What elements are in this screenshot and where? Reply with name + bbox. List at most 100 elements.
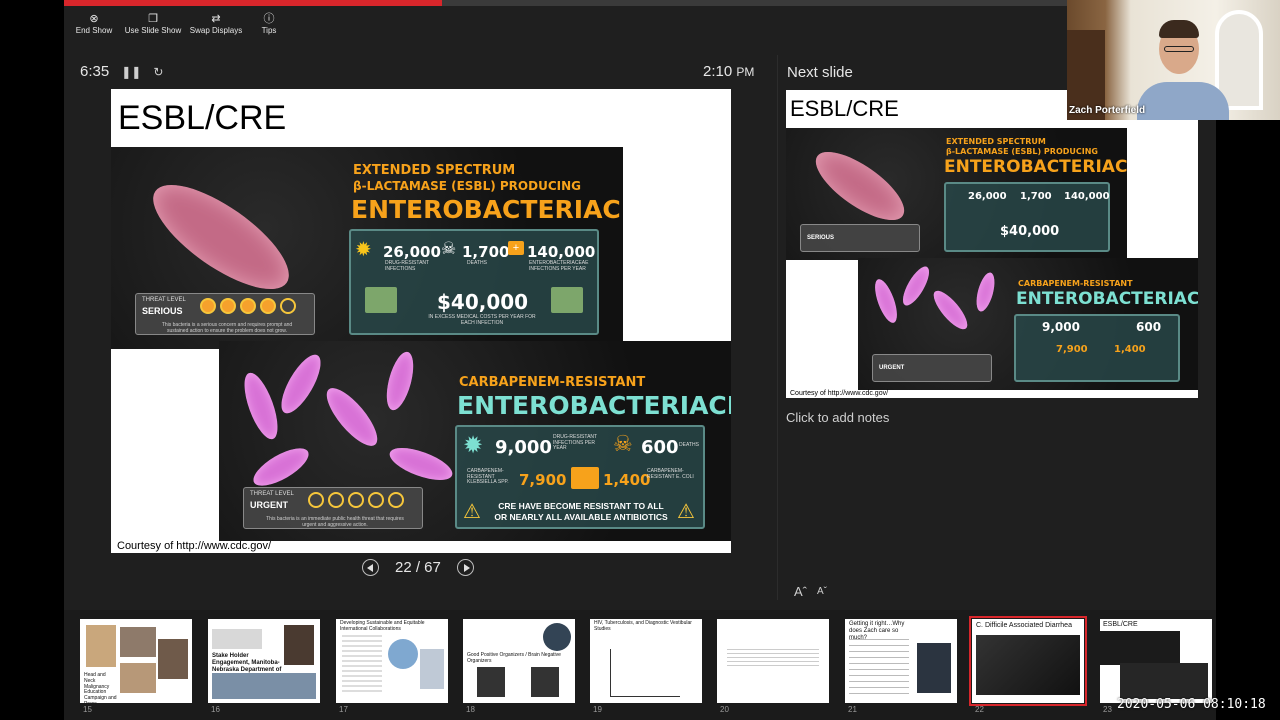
esbl-cost: $40,000 [437,290,529,314]
thumb-number: 18 [466,705,475,714]
cre-stat-infections: 9,000 [495,437,552,458]
pane-divider[interactable] [777,55,778,600]
photo [120,627,156,657]
cre-stat-klebsiella: 7,900 [519,471,567,489]
photo [284,625,314,665]
esbl-stat-infections: 26,000 [383,243,441,261]
participant-glasses [1164,46,1194,52]
esbl-infographic: EXTENDED SPECTRUM β-LACTAMASE (ESBL) PRO… [111,147,623,349]
next-esbl-cost: $40,000 [1000,224,1060,239]
cre-heading-small: CARBAPENEM-RESISTANT [459,375,646,390]
threat-description: This bacteria is a serious concern and r… [161,322,293,334]
use-slide-show-button[interactable]: ❐ Use Slide Show [124,12,182,42]
esbl-cost-label: IN EXCESS MEDICAL COSTS PER YEAR FOR EAC… [428,314,536,326]
next-esbl-stat-deaths: 1,700 [1020,191,1052,202]
esbl-heading-small-2: β-LACTAMASE (ESBL) PRODUCING [353,179,581,193]
thumbnail-slide-16[interactable]: Stake Holder Engagement, Manitoba-Nebras… [208,619,320,703]
threat-level-meter [308,492,408,508]
next-slide-title: ESBL/CRE [790,96,899,121]
thumbnail-slide-15[interactable]: Head and Neck Malignancy Education Campa… [80,619,192,703]
next-cre-stat-deaths: 600 [1136,320,1162,334]
cre-stat-ecoli: 1,400 [603,471,651,489]
next-esbl-heading-small-1: EXTENDED SPECTRUM [946,137,1046,146]
threat-dot [328,492,344,508]
thumbnail-slide-17[interactable]: Developing Sustainable and Equitable Int… [336,619,448,703]
photo [158,639,188,679]
threat-level-meter [200,298,300,314]
threat-dot [260,298,276,314]
end-show-button[interactable]: ⊗ End Show [64,12,124,42]
elapsed-timer: 6:35 ❚❚ ↻ [80,63,163,80]
warning-icon-right: ⚠ [677,501,695,523]
pause-icon[interactable]: ❚❚ [121,65,141,79]
slide-progress-bar [64,0,1067,6]
swap-icon: ⇄ [211,13,221,25]
thumbnail-slide-18[interactable]: Good Positive Organizers / Brain Negativ… [463,619,575,703]
threat-dot [280,298,296,314]
tips-label: Tips [261,26,277,35]
tips-button[interactable]: ⓘ Tips [250,12,288,42]
increase-font-button[interactable]: Aˆ [794,584,807,600]
chart [531,667,559,697]
esbl-stat-total-label: ENTEROBACTERIACEAE INFECTIONS PER YEAR [529,260,589,272]
money-stack-icon [365,287,397,313]
next-slide-credit: Courtesy of http://www.cdc.gov/ [790,390,889,397]
esbl-stat-infections-label: DRUG-RESISTANT INFECTIONS [385,260,429,272]
thumbnail-slide-22[interactable]: C. Difficile Associated Diarrhea [969,616,1087,706]
next-slide-label: Next slide [787,64,853,81]
threat-level-value: SERIOUS [142,306,183,316]
thumbnail-slide-21[interactable]: Getting it right…Why does Zach care so m… [845,619,957,703]
next-threat-level-value: URGENT [879,365,905,371]
money-stack-icon-right [551,287,583,313]
photo [120,663,156,693]
next-cre-heading-big: ENTEROBACTERIACEAE [1016,289,1198,309]
slide-navigation: 22 / 67 [362,559,474,576]
reset-timer-icon[interactable]: ↻ [153,65,163,79]
end-show-label: End Show [75,26,113,35]
decrease-font-button[interactable]: Aˇ [817,584,827,600]
close-circle-icon: ⊗ [89,13,99,25]
slide-progress-fill [64,0,443,6]
esbl-heading-small-1: EXTENDED SPECTRUM [353,163,516,178]
next-esbl-threat-level: SERIOUS [800,224,920,252]
thumbnail-slide-20[interactable] [717,619,829,703]
clock-ampm: PM [736,65,755,79]
next-esbl-infographic: EXTENDED SPECTRUM β-LACTAMASE (ESBL) PRO… [786,128,1127,260]
thumb-number: 20 [720,705,729,714]
esbl-threat-level: THREAT LEVEL SERIOUS This bacteria is a … [135,293,315,335]
current-slide[interactable]: ESBL/CRE EXTENDED SPECTRUM β-LACTAMASE (… [111,89,731,553]
notes-font-controls: Aˆ Aˇ [794,584,837,600]
threat-dot [220,298,236,314]
esbl-stat-deaths-label: DEATHS [467,260,487,266]
thumbnail-slide-19[interactable]: HIV, Tuberculosis, and Diagnostic Vestib… [590,619,702,703]
thumb-text: C. Difficile Associated Diarrhea [976,622,1072,629]
next-slide-icon[interactable] [456,559,474,576]
thumbnail-slide-23[interactable]: ESBL/CRE [1100,619,1212,703]
esbl-stat-deaths: 1,700 [462,243,510,261]
cre-threat-level: THREAT LEVEL URGENT This bacteria is an … [243,487,423,529]
threat-level-label: THREAT LEVEL [250,491,294,497]
previous-slide-icon[interactable] [362,559,379,576]
thumb-text: HIV, Tuberculosis, and Diagnostic Vestib… [594,620,692,632]
current-clock: 2:10 PM [703,63,754,80]
next-slide-preview[interactable]: ESBL/CRE EXTENDED SPECTRUM β-LACTAMASE (… [786,90,1198,398]
line-chart [610,649,680,697]
threat-dot [388,492,404,508]
left-letterbox [0,0,64,720]
cre-stat-infections-label: DRUG-RESISTANT INFECTIONS PER YEAR [553,434,597,451]
cre-heading-big: ENTEROBACTERIACEAE [457,391,731,420]
next-cre-stat-infections: 9,000 [1042,320,1080,334]
next-esbl-heading-small-2: β-LACTAMASE (ESBL) PRODUCING [946,147,1098,156]
photo [212,629,262,649]
next-esbl-stat-total: 140,000 [1064,191,1110,202]
thumb-text: Developing Sustainable and Equitable Int… [340,620,425,632]
next-cre-threat-level: URGENT [872,354,992,382]
swap-displays-button[interactable]: ⇄ Swap Displays [182,12,250,42]
photo [543,623,571,651]
threat-dot [200,298,216,314]
chart [388,639,418,669]
slide-title: ESBL/CRE [118,99,287,137]
thumb-number: 17 [339,705,348,714]
speaker-notes[interactable]: Click to add notes [786,410,889,425]
threat-description: This bacteria is an immediate public hea… [266,516,404,528]
